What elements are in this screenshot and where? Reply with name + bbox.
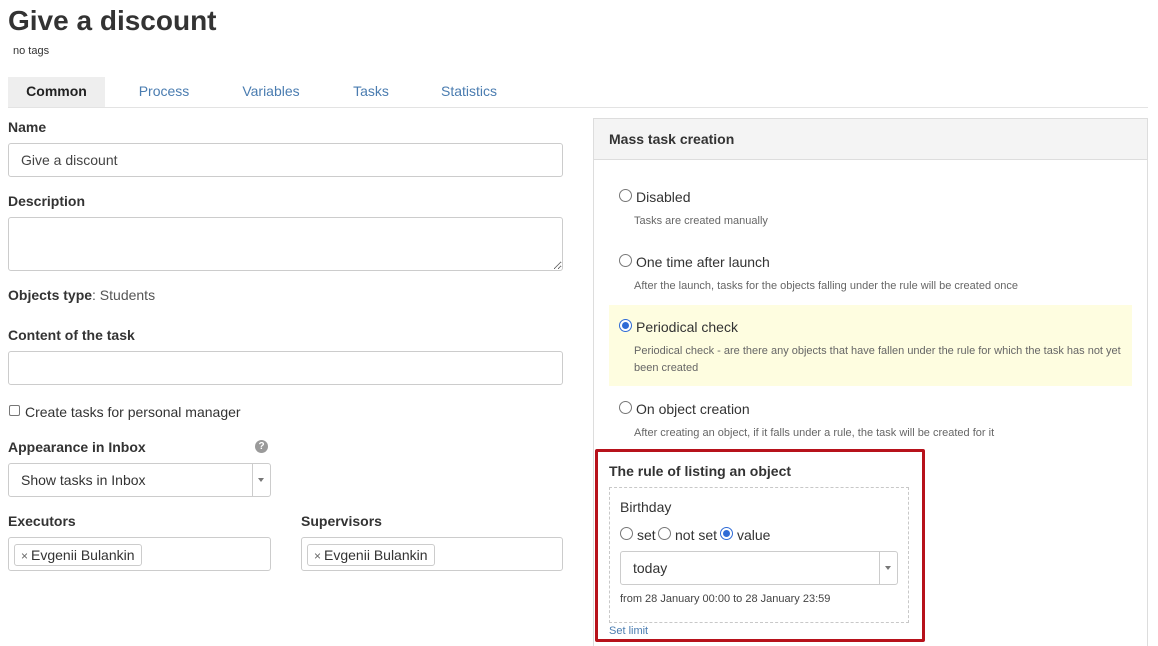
option-periodical-label: Periodical check: [636, 319, 738, 335]
rule-value-text: today: [633, 560, 668, 576]
radio-disabled[interactable]: [619, 189, 632, 202]
name-label: Name: [8, 119, 47, 135]
option-one-time-label: One time after launch: [636, 254, 770, 270]
description-input[interactable]: [8, 217, 563, 271]
tags-label: no tags: [13, 45, 50, 57]
mode-set-label: set: [637, 527, 656, 543]
option-disabled-label: Disabled: [636, 189, 691, 205]
supervisors-label: Supervisors: [301, 513, 382, 529]
tab-statistics[interactable]: Statistics: [430, 77, 508, 107]
option-on-creation-label: On object creation: [636, 401, 750, 417]
radio-on-creation[interactable]: [619, 401, 632, 414]
option-on-creation-desc: After creating an object, if it falls un…: [634, 427, 995, 439]
tab-variables[interactable]: Variables: [230, 77, 312, 107]
rule-title: The rule of listing an object: [609, 463, 792, 479]
tab-bar: Common Process Variables Tasks Statistic…: [8, 77, 1148, 108]
supervisors-field[interactable]: × Evgenii Bulankin: [301, 537, 563, 571]
radio-set[interactable]: [620, 527, 633, 540]
content-input[interactable]: [8, 351, 563, 385]
executor-name: Evgenii Bulankin: [31, 547, 135, 563]
name-input[interactable]: [8, 143, 563, 177]
objects-type-label: Objects type: [8, 287, 93, 303]
description-label: Description: [8, 193, 86, 209]
supervisor-token: × Evgenii Bulankin: [307, 544, 435, 566]
supervisor-name: Evgenii Bulankin: [324, 547, 428, 563]
tab-tasks[interactable]: Tasks: [338, 77, 404, 107]
content-label: Content of the task: [8, 327, 135, 343]
panel-title: Mass task creation: [594, 119, 1147, 160]
mode-value-label: value: [737, 527, 771, 543]
tab-process[interactable]: Process: [121, 77, 207, 107]
remove-icon[interactable]: ×: [314, 549, 321, 563]
option-one-time-desc: After the launch, tasks for the objects …: [634, 280, 1018, 292]
rule-range-text: from 28 January 00:00 to 28 January 23:5…: [620, 593, 831, 605]
radio-periodical[interactable]: [619, 319, 632, 332]
rule-value-select[interactable]: today: [620, 551, 898, 585]
option-periodical-desc: Periodical check - are there any objects…: [634, 345, 1121, 374]
executor-token: × Evgenii Bulankin: [14, 544, 142, 566]
page-title: Give a discount: [8, 5, 217, 36]
rule-field-name: Birthday: [620, 499, 672, 515]
chevron-down-icon[interactable]: [879, 552, 897, 584]
objects-type-value: : Students: [92, 287, 156, 303]
help-icon[interactable]: ?: [255, 440, 268, 453]
personal-manager-checkbox[interactable]: [9, 405, 20, 416]
appearance-label: Appearance in Inbox: [8, 439, 146, 455]
set-limit-link[interactable]: Set limit: [609, 625, 648, 637]
appearance-select[interactable]: Show tasks in Inbox: [8, 463, 271, 497]
chevron-down-icon[interactable]: [252, 464, 270, 496]
executors-field[interactable]: × Evgenii Bulankin: [8, 537, 271, 571]
radio-value[interactable]: [720, 527, 733, 540]
personal-manager-label: Create tasks for personal manager: [25, 404, 241, 420]
radio-not-set[interactable]: [658, 527, 671, 540]
mode-not-set-label: not set: [675, 527, 718, 543]
remove-icon[interactable]: ×: [21, 549, 28, 563]
radio-one-time[interactable]: [619, 254, 632, 267]
appearance-select-value: Show tasks in Inbox: [21, 472, 146, 488]
executors-label: Executors: [8, 513, 76, 529]
option-disabled-desc: Tasks are created manually: [634, 215, 768, 227]
objects-type: Objects type: Students: [8, 287, 155, 303]
tab-common[interactable]: Common: [8, 77, 105, 107]
